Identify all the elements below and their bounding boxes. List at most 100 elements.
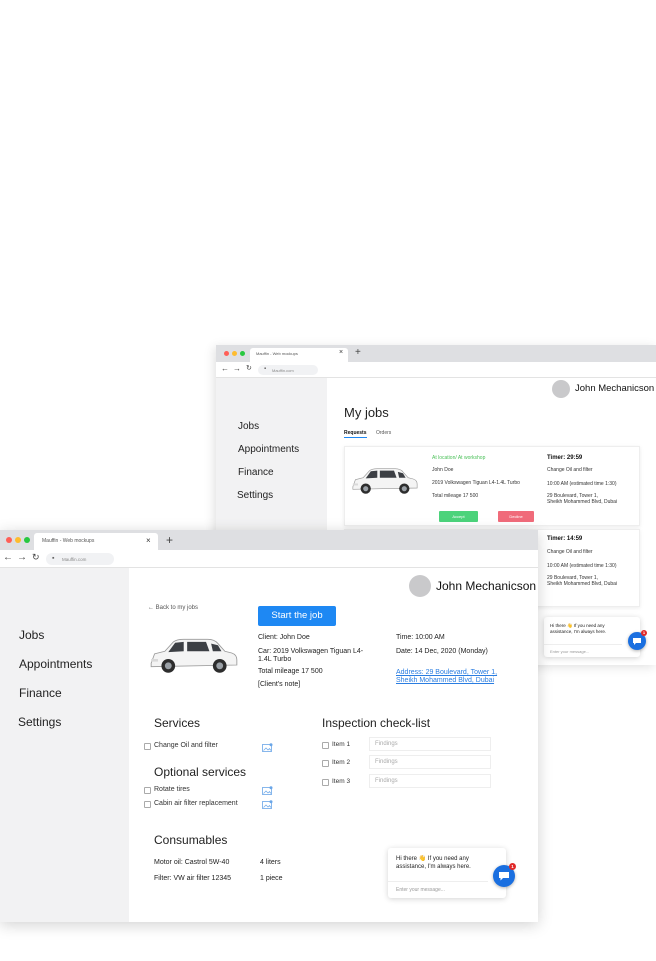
sidebar: Jobs Appointments Finance Settings: [0, 568, 129, 922]
chat-widget: Hi there 👋 If you need any assistance, I…: [388, 848, 506, 898]
inspection-item-label: Item 2: [332, 759, 351, 766]
tab-close-icon[interactable]: ×: [146, 536, 151, 545]
job-time: 10:00 AM (estimated time 1:30): [547, 563, 617, 569]
tab-requests[interactable]: Requests: [344, 430, 367, 438]
sidebar-item-appointments[interactable]: Appointments: [19, 657, 92, 671]
findings-input[interactable]: Findings: [369, 774, 491, 788]
url-field[interactable]: ▪ Mauffin.com: [258, 365, 318, 375]
user-name[interactable]: John Mechanicson: [436, 579, 536, 593]
back-arrow-icon[interactable]: ←: [221, 364, 229, 373]
chat-widget: Hi there 👋 If you need any assistance, I…: [544, 617, 640, 657]
decline-button[interactable]: Decline: [498, 511, 534, 522]
optional-service-checkbox[interactable]: [144, 787, 151, 794]
url-field[interactable]: ▪ Mauffin.com: [46, 553, 114, 565]
findings-input[interactable]: Findings: [369, 737, 491, 751]
close-dot-icon[interactable]: [224, 351, 229, 356]
inspection-item-label: Item 3: [332, 778, 351, 785]
job-time: 10:00 AM (estimated time 1:30): [547, 481, 617, 487]
address-bar: ← → ↻ ▪ Mauffin.com: [0, 550, 538, 568]
tab-orders[interactable]: Orders: [376, 430, 391, 436]
sidebar-item-settings[interactable]: Settings: [237, 490, 273, 501]
job-address-line2: Sheikh Mohammed Blvd, Dubai: [547, 499, 618, 505]
sidebar-item-jobs[interactable]: Jobs: [238, 421, 259, 432]
avatar[interactable]: [409, 575, 431, 597]
lock-icon: ▪: [264, 366, 267, 372]
inspection-title: Inspection check-list: [322, 716, 431, 730]
back-link[interactable]: ← Back to my jobs: [148, 605, 198, 611]
url-text: Mauffin.com: [62, 557, 87, 562]
reload-icon[interactable]: ↻: [32, 552, 40, 563]
back-arrow-icon[interactable]: ←: [3, 552, 13, 563]
address-bar: ← → ↻ ▪ Mauffin.com: [216, 362, 656, 378]
chat-input[interactable]: Enter your message...: [388, 881, 488, 898]
start-job-button[interactable]: Start the job: [258, 606, 336, 626]
job-address-link[interactable]: Address: 29 Boulevard, Tower 1, Sheikh M…: [396, 669, 512, 685]
services-title: Services: [154, 716, 201, 730]
reload-icon[interactable]: ↻: [246, 364, 252, 372]
user-name[interactable]: John Mechanicson: [575, 383, 654, 394]
maximize-dot-icon[interactable]: [240, 351, 245, 356]
accept-button[interactable]: Accept: [439, 511, 478, 522]
chat-message: Hi there 👋 If you need any assistance, I…: [396, 856, 471, 870]
close-dot-icon[interactable]: [6, 537, 12, 543]
total-mileage: Total mileage 17 500: [258, 668, 323, 675]
client-note: [Client's note]: [258, 681, 301, 688]
consumables-title: Consumables: [154, 833, 228, 847]
lock-icon: ▪: [52, 555, 55, 562]
add-photo-icon[interactable]: [262, 786, 273, 795]
foreground-browser-window: Mauffin - Web mockups × + ← → ↻ ▪ Mauffi…: [0, 530, 538, 922]
forward-arrow-icon[interactable]: →: [17, 552, 27, 563]
consumable-qty: 4 liters: [260, 859, 281, 866]
chat-badge: 1: [509, 863, 516, 870]
service-checkbox[interactable]: [144, 743, 151, 750]
minimize-dot-icon[interactable]: [232, 351, 237, 356]
job-service: Change Oil and filter: [547, 467, 593, 473]
minimize-dot-icon[interactable]: [15, 537, 21, 543]
sidebar-item-jobs[interactable]: Jobs: [19, 628, 44, 642]
browser-tab[interactable]: Mauffin - Web mockups ×: [34, 533, 158, 550]
tab-close-icon[interactable]: ×: [339, 349, 343, 356]
new-tab-icon[interactable]: +: [355, 347, 361, 358]
inspection-item-label: Item 1: [332, 741, 351, 748]
consumable-name: Motor oil: Castrol 5W-40: [154, 859, 230, 866]
sidebar-item-finance[interactable]: Finance: [19, 686, 62, 700]
job-timer: Timer: 29:59: [547, 455, 583, 461]
job-service: Change Oil and filter: [547, 549, 593, 555]
optional-service-checkbox[interactable]: [144, 801, 151, 808]
findings-input[interactable]: Findings: [369, 755, 491, 769]
tab-strip: Mauffin - Web mockups × +: [216, 345, 656, 362]
consumable-name: Filter: VW air filter 12345: [154, 875, 232, 882]
job-address-line2: Sheikh Mohammed Blvd, Dubai: [547, 581, 618, 587]
car-image: [150, 638, 238, 674]
consumable-qty: 1 piece: [260, 875, 283, 882]
sidebar-item-finance[interactable]: Finance: [238, 467, 274, 478]
inspection-checkbox[interactable]: [322, 779, 329, 786]
job-car: 2019 Volkswagen Tiguan L4-1.4L Turbo: [432, 480, 520, 486]
job-time: Time: 10:00 AM: [396, 634, 445, 641]
chat-badge: 1: [641, 630, 647, 636]
inspection-checkbox[interactable]: [322, 760, 329, 767]
job-status: At location/ At workshop: [432, 455, 486, 461]
tab-title: Mauffin - Web mockups: [256, 351, 298, 356]
chat-message: Hi there 👋 If you need any assistance, I…: [550, 623, 607, 634]
inspection-checkbox[interactable]: [322, 742, 329, 749]
browser-tab[interactable]: Mauffin - Web mockups ×: [250, 348, 348, 362]
job-timer: Timer: 14:59: [547, 536, 583, 542]
job-card[interactable]: At location/ At workshop John Doe 2019 V…: [344, 446, 640, 526]
new-tab-icon[interactable]: +: [166, 533, 173, 547]
sidebar-item-appointments[interactable]: Appointments: [238, 444, 299, 455]
job-client: John Doe: [432, 467, 454, 473]
client-name: Client: John Doe: [258, 634, 310, 641]
maximize-dot-icon[interactable]: [24, 537, 30, 543]
tab-strip: Mauffin - Web mockups × +: [0, 530, 538, 550]
car-info: Car: 2019 Volkswagen Tiguan L4-1.4L Turb…: [258, 648, 364, 663]
sidebar-item-settings[interactable]: Settings: [18, 715, 61, 729]
optional-service-label: Cabin air filter replacement: [154, 800, 238, 807]
car-image: [352, 468, 418, 495]
forward-arrow-icon[interactable]: →: [233, 364, 241, 373]
url-text: Mauffin.com: [272, 368, 294, 373]
add-photo-icon[interactable]: [262, 743, 273, 752]
add-photo-icon[interactable]: [262, 800, 273, 809]
avatar[interactable]: [552, 380, 570, 398]
chat-input[interactable]: Enter your message...: [544, 644, 622, 657]
